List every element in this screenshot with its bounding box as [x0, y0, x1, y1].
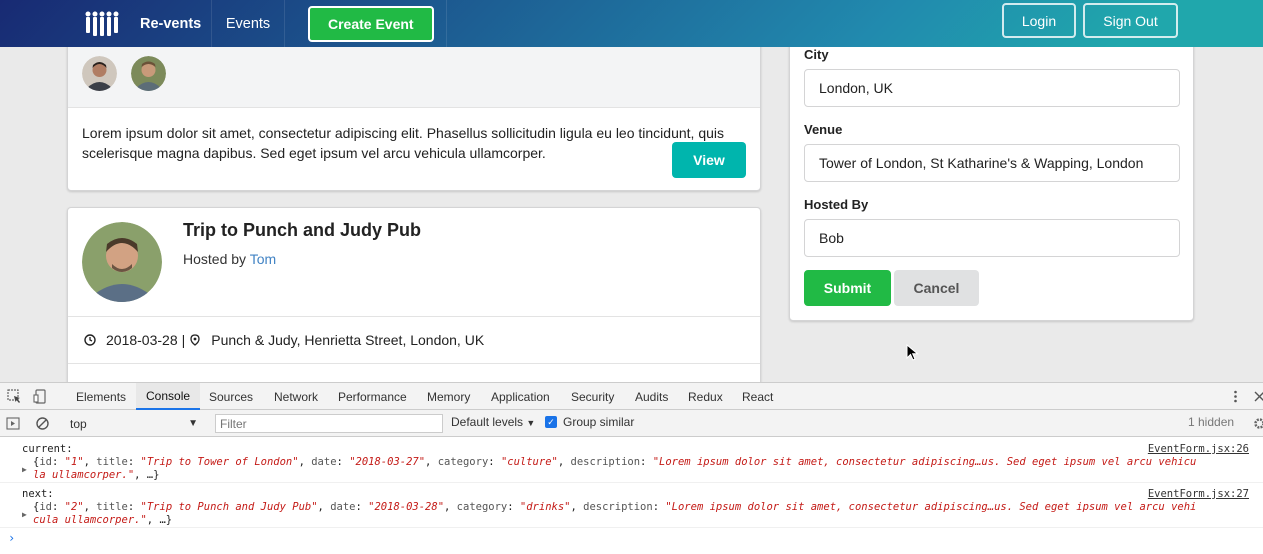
- top-navbar: Re-vents Events Create Event Login Sign …: [0, 0, 1263, 47]
- context-select[interactable]: top ▼: [62, 414, 202, 433]
- log-label: next:: [22, 488, 54, 500]
- hidden-count: 1 hidden: [1188, 415, 1235, 429]
- event-description: Lorem ipsum dolor sit amet, consectetur …: [82, 125, 724, 161]
- sign-out-button[interactable]: Sign Out: [1083, 3, 1178, 38]
- meta-separator: |: [181, 332, 186, 348]
- tab-performance[interactable]: Performance: [338, 383, 407, 410]
- city-label: City: [804, 47, 829, 62]
- context-value: top: [70, 416, 87, 431]
- tab-sources[interactable]: Sources: [209, 383, 253, 410]
- nav-events[interactable]: Events: [212, 0, 285, 47]
- sidebar-toggle-icon[interactable]: [6, 416, 21, 431]
- tab-memory[interactable]: Memory: [427, 383, 470, 410]
- obj-ellipsis: , …}: [146, 514, 173, 526]
- console-settings-gear-icon[interactable]: [1252, 416, 1263, 431]
- inspect-element-icon[interactable]: [7, 389, 22, 404]
- attendee-avatar[interactable]: [82, 56, 117, 91]
- log-source-link[interactable]: EventForm.jsx:26: [1148, 443, 1249, 456]
- event-meta: 2018-03-28 | Punch & Judy, Henrietta Str…: [68, 316, 760, 364]
- view-event-button[interactable]: View: [672, 142, 746, 178]
- obj-category: "culture": [500, 456, 558, 468]
- mouse-cursor-icon: [906, 344, 919, 361]
- checkbox-checked-icon[interactable]: ✓: [545, 416, 557, 428]
- hosted-by-prefix: Hosted by: [183, 251, 247, 267]
- hosted-by-label: Hosted By: [804, 197, 869, 212]
- obj-ellipsis: , …}: [134, 469, 160, 481]
- log-source-link[interactable]: EventForm.jsx:27: [1148, 488, 1249, 501]
- devtools-panel: Elements Console Sources Network Perform…: [0, 382, 1263, 554]
- expand-triangle-icon[interactable]: ▶: [22, 508, 27, 521]
- tab-react[interactable]: React: [742, 383, 773, 410]
- hosted-by: Hosted by Tom: [183, 251, 276, 267]
- log-levels-dropdown[interactable]: Default levels ▼: [451, 415, 535, 429]
- log-object[interactable]: {id: "1", title: "Trip to Tower of Londo…: [33, 456, 1263, 482]
- tab-console[interactable]: Console: [136, 383, 201, 410]
- event-date: 2018-03-28: [106, 332, 178, 348]
- app-viewport: Re-vents Events Create Event Login Sign …: [0, 0, 1263, 382]
- create-event-wrap: Create Event: [285, 0, 447, 47]
- console-log-entry: current: EventForm.jsx:26 ▶ {id: "1", ti…: [0, 438, 1263, 483]
- tab-application[interactable]: Application: [491, 383, 550, 410]
- log-object[interactable]: {id: "2", title: "Trip to Punch and Judy…: [33, 501, 1263, 527]
- clock-icon: [84, 334, 96, 346]
- expand-triangle-icon[interactable]: ▶: [22, 463, 27, 476]
- obj-description: "Lorem ipsum dolor sit amet, consectetur…: [652, 456, 1197, 468]
- host-link[interactable]: Tom: [250, 251, 276, 267]
- submit-button[interactable]: Submit: [804, 270, 891, 306]
- obj-id: "2": [64, 501, 84, 513]
- brand-link[interactable]: Re-vents: [70, 0, 212, 47]
- console-log-entry: next: EventForm.jsx:27 ▶ {id: "2", title…: [0, 483, 1263, 528]
- host-avatar[interactable]: [82, 222, 162, 302]
- obj-id: "1": [64, 456, 84, 468]
- event-form: City Venue Hosted By Submit Cancel: [789, 20, 1194, 321]
- tab-audits[interactable]: Audits: [635, 383, 668, 410]
- obj-date: "2018-03-28": [368, 501, 445, 513]
- log-levels-label: Default levels: [451, 415, 524, 429]
- cancel-button[interactable]: Cancel: [894, 270, 979, 306]
- login-button[interactable]: Login: [1002, 3, 1076, 38]
- obj-description: "Lorem ipsum dolor sit amet, consectetur…: [665, 501, 1197, 513]
- brand-name: Re-vents: [140, 15, 202, 32]
- obj-title: "Trip to Punch and Judy Pub": [140, 501, 318, 513]
- attendee-avatar[interactable]: [131, 56, 166, 91]
- device-toolbar-icon[interactable]: [33, 389, 48, 404]
- devtools-tab-bar: Elements Console Sources Network Perform…: [0, 383, 1263, 410]
- console-filter-input[interactable]: [215, 414, 443, 433]
- dropdown-arrow-icon: ▼: [526, 418, 536, 428]
- group-similar-label: Group similar: [563, 415, 635, 429]
- venue-input[interactable]: [804, 144, 1180, 182]
- log-label: current:: [22, 443, 73, 455]
- obj-date: "2018-03-27": [349, 456, 426, 468]
- close-devtools-icon[interactable]: [1252, 389, 1263, 404]
- create-event-button[interactable]: Create Event: [308, 5, 434, 42]
- event-card: Trip to Punch and Judy Pub Hosted by Tom…: [67, 207, 761, 382]
- obj-category: "drinks": [519, 501, 571, 513]
- console-toolbar: top ▼ Default levels ▼ ✓ Group similar 1…: [0, 410, 1263, 437]
- city-input[interactable]: [804, 69, 1180, 107]
- hosted-by-input[interactable]: [804, 219, 1180, 257]
- obj-description-tail: cula ullamcorper.": [33, 514, 147, 526]
- clear-console-icon[interactable]: [35, 416, 50, 431]
- console-prompt-icon[interactable]: ›: [8, 531, 15, 545]
- tab-redux[interactable]: Redux: [688, 383, 723, 410]
- tab-network[interactable]: Network: [274, 383, 318, 410]
- map-marker-icon: [190, 334, 200, 346]
- event-title[interactable]: Trip to Punch and Judy Pub: [183, 220, 421, 241]
- dropdown-arrow-icon: ▼: [188, 418, 198, 429]
- event-venue: Punch & Judy, Henrietta Street, London, …: [211, 332, 485, 348]
- tab-security[interactable]: Security: [571, 383, 614, 410]
- people-logo-icon: [85, 11, 119, 36]
- venue-label: Venue: [804, 122, 843, 137]
- group-similar-toggle[interactable]: ✓ Group similar: [545, 415, 634, 429]
- more-options-icon[interactable]: [1228, 389, 1243, 404]
- tab-elements[interactable]: Elements: [76, 383, 126, 410]
- obj-title: "Trip to Tower of London": [140, 456, 299, 468]
- obj-description-tail: la ullamcorper.": [33, 469, 135, 481]
